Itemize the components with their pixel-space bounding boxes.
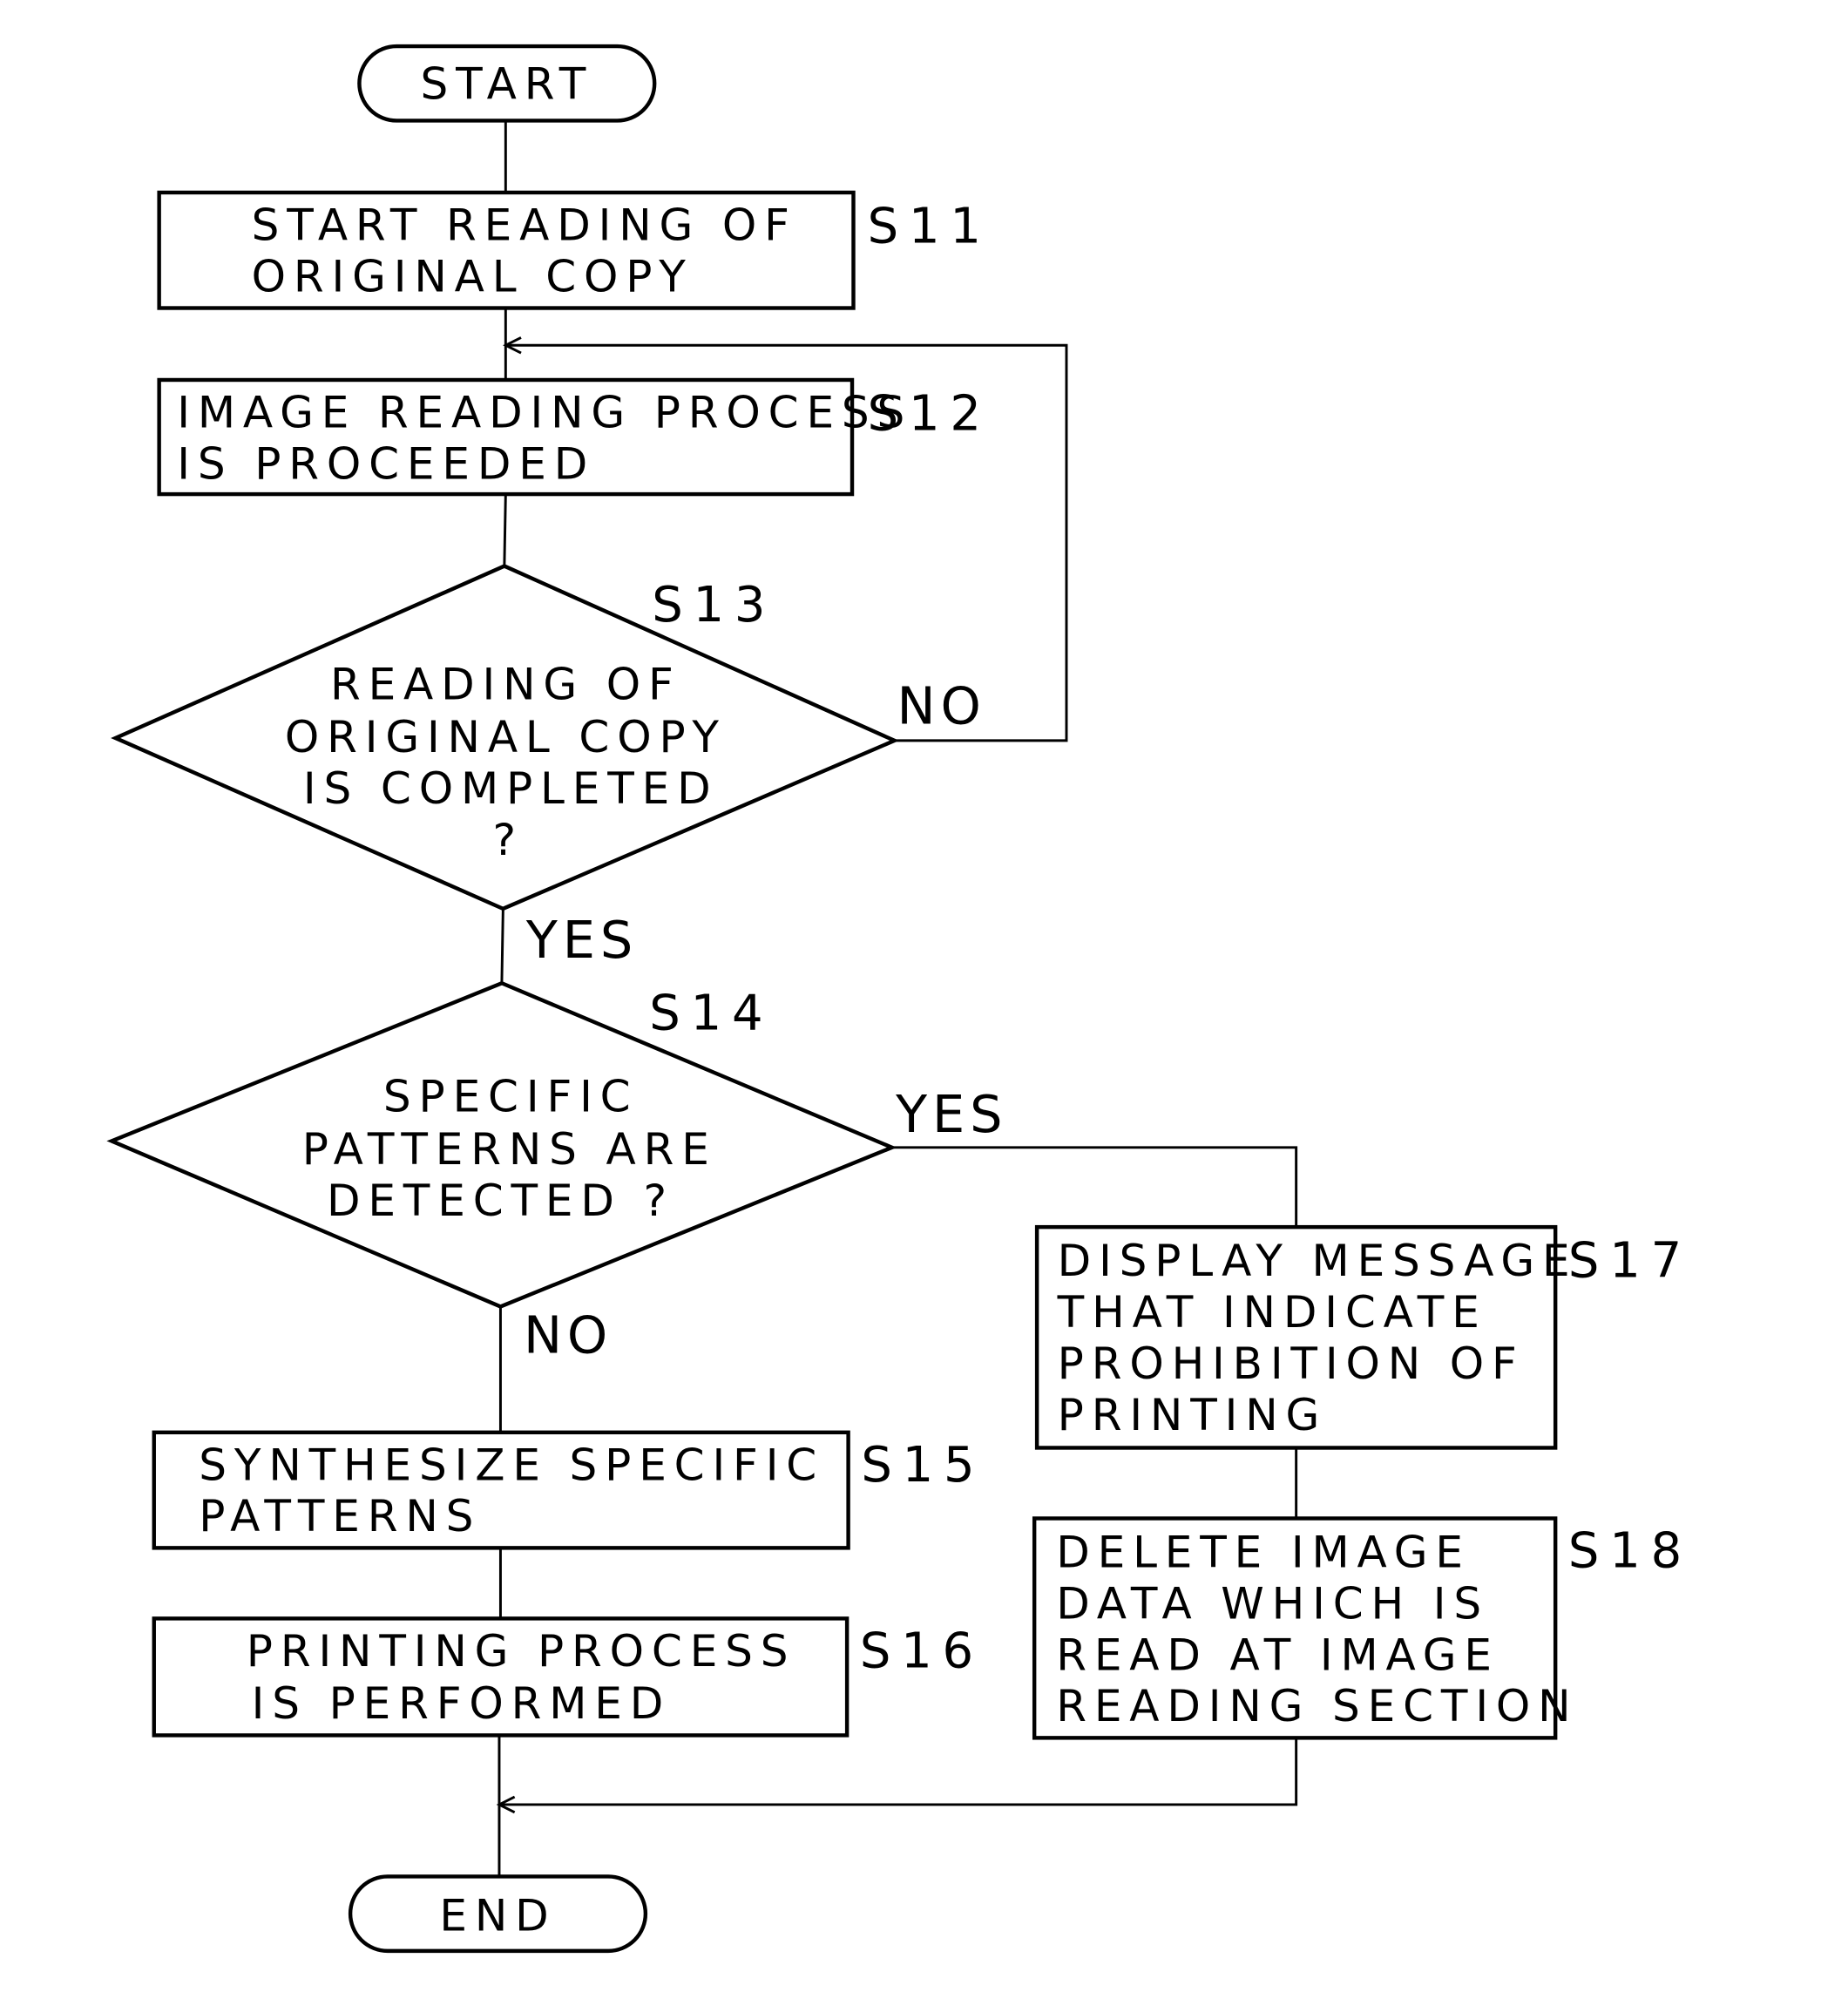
step-s17-line-3: PROHIBITION OF bbox=[1058, 1338, 1525, 1389]
decision-s13-id: S13 bbox=[652, 577, 775, 634]
flowchart: START START READING OF ORIGINAL COPY S11… bbox=[106, 44, 1692, 1954]
edge-s14-yes-s17 bbox=[891, 1146, 1298, 1228]
step-s12-line-1: IMAGE READING PROCESS bbox=[177, 387, 912, 437]
decision-s13-no-label: NO bbox=[897, 676, 986, 736]
edge-s12-s13 bbox=[503, 494, 507, 566]
step-s15: SYNTHESIZE SPECIFIC PATTERNS S15 bbox=[152, 1430, 985, 1550]
decision-s13-line-2: ORIGINAL COPY bbox=[285, 712, 727, 762]
decision-s13-line-3: IS COMPLETED bbox=[303, 763, 719, 814]
decision-s14: SPECIFIC PATTERNS ARE DETECTED ? S14 YES… bbox=[106, 980, 1007, 1365]
step-s11-line-2: ORIGINAL COPY bbox=[252, 251, 694, 302]
decision-s13-yes-label: YES bbox=[525, 910, 638, 970]
step-s18-line-3: READ AT IMAGE bbox=[1056, 1630, 1499, 1680]
step-s16: PRINTING PROCESS IS PERFORMED S16 bbox=[152, 1616, 984, 1738]
decision-s13: READING OF ORIGINAL COPY IS COMPLETED ? … bbox=[111, 564, 986, 970]
end-terminal: END bbox=[348, 1874, 648, 1954]
step-s15-line-2: PATTERNS bbox=[199, 1491, 481, 1541]
step-s17-line-2: THAT INDICATE bbox=[1057, 1287, 1487, 1338]
step-s11-line-1: START READING OF bbox=[252, 200, 797, 250]
step-s16-line-2: IS PERFORMED bbox=[252, 1678, 671, 1729]
decision-s14-id: S14 bbox=[649, 985, 773, 1041]
step-s17-id: S17 bbox=[1568, 1233, 1692, 1290]
decision-s14-yes-label: YES bbox=[895, 1084, 1007, 1144]
step-s15-id: S15 bbox=[861, 1437, 985, 1494]
step-s17-line-1: DISPLAY MESSAGE bbox=[1058, 1236, 1578, 1286]
step-s17-line-4: PRINTING bbox=[1058, 1390, 1327, 1440]
decision-s14-no-label: NO bbox=[524, 1304, 613, 1365]
decision-s14-line-3: DETECTED ? bbox=[327, 1176, 674, 1226]
end-label: END bbox=[439, 1890, 556, 1941]
step-s18-id: S18 bbox=[1568, 1522, 1692, 1579]
step-s18-line-1: DELETE IMAGE bbox=[1056, 1527, 1471, 1577]
step-s18-line-2: DATA WHICH IS bbox=[1056, 1578, 1489, 1629]
step-s12-line-2: IS PROCEEDED bbox=[177, 438, 595, 489]
step-s12-id: S12 bbox=[868, 385, 992, 442]
step-s11-id: S11 bbox=[868, 198, 992, 254]
decision-s14-line-1: SPECIFIC bbox=[383, 1072, 639, 1122]
step-s12: IMAGE READING PROCESS IS PROCEEDED S12 bbox=[157, 377, 992, 497]
start-terminal: START bbox=[357, 44, 657, 123]
decision-s14-line-2: PATTERNS ARE bbox=[302, 1124, 717, 1175]
start-label: START bbox=[420, 58, 593, 109]
decision-s13-line-1: READING OF bbox=[330, 660, 681, 710]
step-s16-id: S16 bbox=[860, 1623, 984, 1679]
step-s16-line-1: PRINTING PROCESS bbox=[247, 1626, 796, 1677]
step-s15-line-1: SYNTHESIZE SPECIFIC bbox=[199, 1440, 824, 1490]
step-s17: DISPLAY MESSAGE THAT INDICATE PROHIBITIO… bbox=[1034, 1224, 1692, 1450]
step-s18-line-4: READING SECTION bbox=[1056, 1681, 1578, 1731]
step-s11: START READING OF ORIGINAL COPY S11 bbox=[157, 190, 992, 310]
decision-s13-line-4: ? bbox=[493, 815, 524, 865]
edge-s18-return bbox=[498, 1738, 1298, 1806]
edge-s13-s14 bbox=[500, 908, 504, 984]
step-s18: DELETE IMAGE DATA WHICH IS READ AT IMAGE… bbox=[1032, 1516, 1692, 1740]
